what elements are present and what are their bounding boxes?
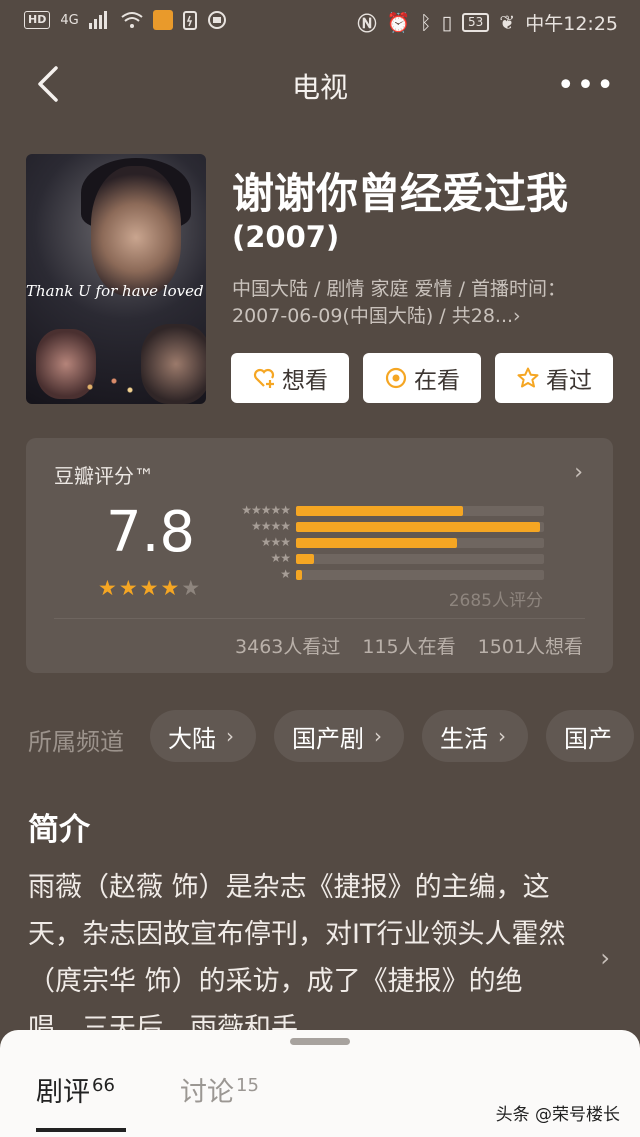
signal-icon bbox=[88, 11, 107, 29]
bar-track bbox=[296, 554, 544, 564]
bar-track bbox=[296, 538, 544, 548]
battery-saver-icon bbox=[182, 11, 197, 30]
star-icon: ★ bbox=[98, 576, 117, 600]
bar-fill bbox=[296, 570, 302, 580]
divider bbox=[54, 618, 585, 619]
nfc-icon: Ⓝ bbox=[357, 13, 377, 35]
bar-fill bbox=[296, 538, 457, 548]
channel-chips: 大陆 › 国产剧 › 生活 › 国产 bbox=[150, 710, 634, 762]
rating-card[interactable]: 豆瓣评分™ › 7.8 ★ ★ ★ ★ ★ ★★★★★ ★★★★ ★★★ ★★ ★ 2685人评… bbox=[26, 438, 613, 673]
bar-track bbox=[296, 522, 544, 532]
intro-text[interactable]: 雨薇（赵薇 饰）是杂志《捷报》的主编，这天，杂志因故宣布停刊，对IT行业领头人霍… bbox=[28, 864, 568, 1052]
page-title: 电视 bbox=[291, 71, 348, 104]
bar-stars-label: ★ bbox=[280, 567, 291, 581]
tab-reviews[interactable]: 剧评 66 bbox=[36, 1070, 115, 1109]
movie-year: (2007) bbox=[232, 220, 340, 254]
bar-track bbox=[296, 570, 544, 580]
drag-handle[interactable] bbox=[290, 1038, 350, 1045]
bar-fill bbox=[296, 506, 463, 516]
bar-stars-label: ★★★★ bbox=[250, 519, 291, 533]
battery-icon: 53 bbox=[462, 13, 490, 32]
leaf-icon: ❦ bbox=[499, 11, 516, 34]
rating-label: 豆瓣评分™ bbox=[54, 464, 154, 488]
rating-score: 7.8 bbox=[106, 500, 196, 565]
status-time: 中午12:25 bbox=[525, 13, 618, 35]
rating-stars: ★ ★ ★ ★ ★ bbox=[98, 576, 200, 600]
heart-plus-icon bbox=[253, 368, 275, 388]
watched-count[interactable]: 3463人看过 bbox=[235, 632, 340, 659]
chevron-right-icon: › bbox=[574, 460, 583, 485]
want-to-watch-button[interactable]: 想看 bbox=[231, 353, 349, 403]
want-count[interactable]: 1501人想看 bbox=[478, 632, 583, 659]
bluetooth-icon: ᛒ bbox=[420, 11, 432, 34]
star-icon: ★ bbox=[118, 576, 138, 600]
channels-label: 所属频道 bbox=[28, 728, 124, 756]
bar-stars-label: ★★★★★ bbox=[241, 503, 291, 517]
watching-button[interactable]: 在看 bbox=[363, 353, 481, 403]
bar-fill bbox=[296, 554, 314, 564]
more-icon[interactable]: ••• bbox=[557, 71, 616, 101]
watched-button[interactable]: 看过 bbox=[495, 353, 613, 403]
watching-count[interactable]: 115人在看 bbox=[362, 632, 455, 659]
channel-chip[interactable]: 国产剧 › bbox=[274, 710, 404, 762]
action-buttons: 想看 在看 看过 bbox=[231, 353, 613, 403]
network-label: 4G bbox=[60, 12, 79, 28]
hd-badge: HD bbox=[24, 11, 51, 29]
status-bar: HD 4G Ⓝ ⏰ ᛒ ▯ 53 ❦ 中午12:25 bbox=[0, 0, 640, 44]
star-outline-icon bbox=[517, 367, 539, 388]
wifi-icon bbox=[121, 12, 143, 28]
chevron-right-icon: › bbox=[374, 724, 382, 748]
channel-chip[interactable]: 生活 › bbox=[422, 710, 528, 762]
star-icon: ★ bbox=[160, 576, 180, 600]
channel-chip[interactable]: 大陆 › bbox=[150, 710, 256, 762]
star-icon: ★ bbox=[181, 576, 201, 600]
tab-indicator bbox=[36, 1128, 126, 1132]
target-icon bbox=[385, 367, 407, 389]
bar-track bbox=[296, 506, 544, 516]
app-notification-icon bbox=[152, 10, 173, 30]
chevron-right-icon: › bbox=[498, 724, 506, 748]
chevron-right-icon[interactable]: › bbox=[600, 944, 610, 972]
rating-count: 2685人评分 bbox=[448, 591, 543, 611]
star-icon: ★ bbox=[139, 576, 159, 600]
channel-chip[interactable]: 国产 bbox=[546, 710, 634, 762]
bar-fill bbox=[296, 522, 541, 532]
tab-discussion[interactable]: 讨论 15 bbox=[180, 1070, 259, 1109]
vibrate-icon: ▯ bbox=[441, 11, 453, 34]
vpn-icon bbox=[207, 11, 226, 29]
intro-heading: 简介 bbox=[28, 812, 90, 848]
watch-stats: 3463人看过 115人在看 1501人想看 bbox=[235, 632, 583, 659]
poster-title: Thank U for have loved m bbox=[26, 282, 206, 300]
poster-image[interactable]: Thank U for have loved m bbox=[26, 154, 206, 404]
movie-title: 谢谢你曾经爱过我 bbox=[232, 169, 569, 218]
bar-stars-label: ★★ bbox=[270, 551, 291, 565]
watermark: 头条 @荣号楼长 bbox=[495, 1105, 620, 1125]
chevron-right-icon: › bbox=[226, 724, 234, 748]
bar-stars-label: ★★★ bbox=[260, 535, 291, 549]
alarm-icon: ⏰ bbox=[386, 12, 411, 34]
movie-meta[interactable]: 中国大陆 / 剧情 家庭 爱情 / 首播时间：2007-06-09(中国大陆) … bbox=[232, 276, 602, 330]
